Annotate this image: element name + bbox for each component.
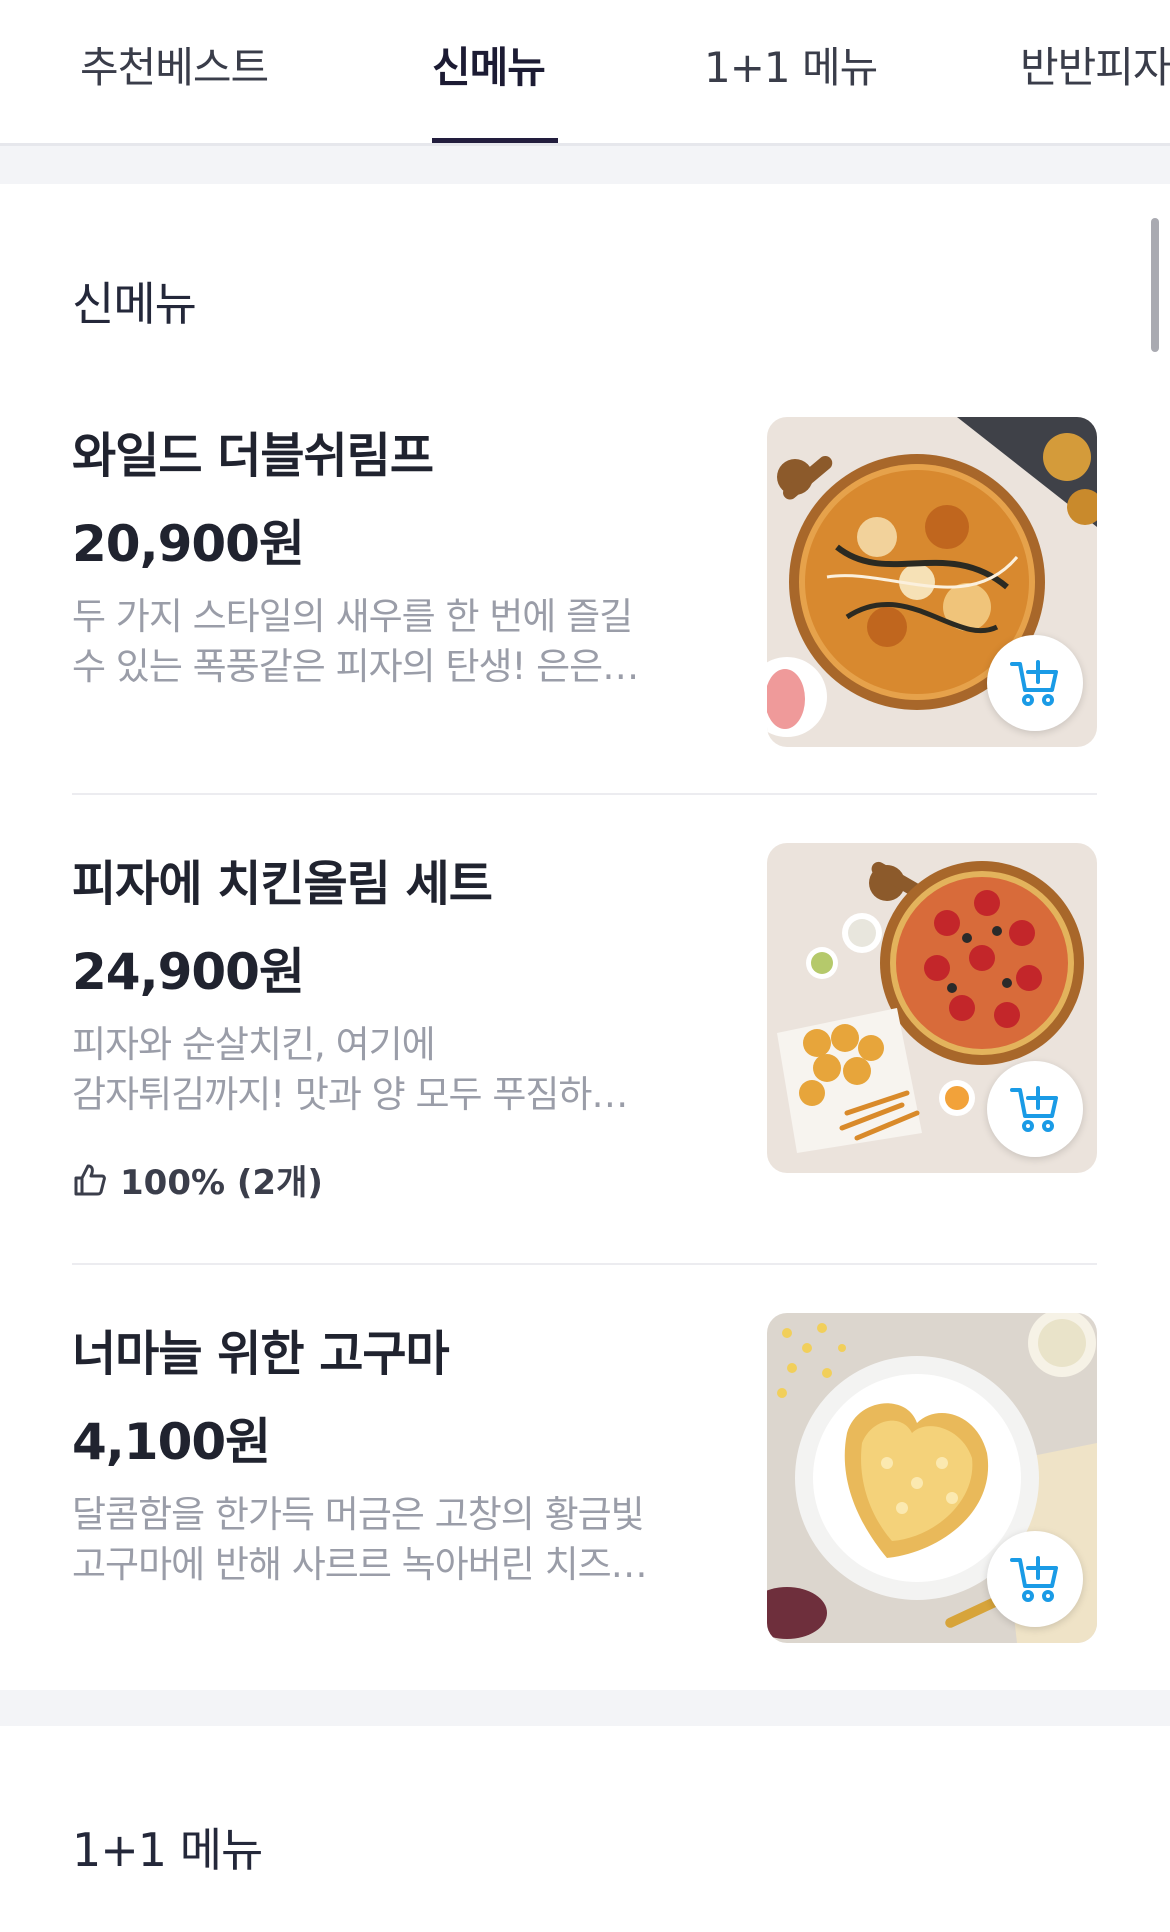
add-to-cart-button[interactable] — [987, 635, 1083, 731]
item-description: 피자와 순살치킨, 여기에 감자튀김까지! 맛과 양 모두 푸짐하… — [72, 1023, 628, 1116]
item-name: 너마늘 위한 고구마 — [72, 1326, 450, 1382]
item-divider — [72, 793, 1097, 795]
item-price: 20,900원 — [72, 515, 305, 573]
item-description: 달콤함을 한가득 머금은 고창의 황금빛 고구마에 반해 사르르 녹아버린 치즈… — [72, 1493, 648, 1586]
tab-one-plus-one[interactable]: 1+1 메뉴 — [704, 34, 878, 95]
tab-recommended-best[interactable]: 추천베스트 — [80, 34, 269, 95]
add-to-cart-button[interactable] — [987, 1531, 1083, 1627]
pizza-shrimp-photo[interactable] — [767, 417, 1097, 747]
item-description: 두 가지 스타일의 새우를 한 번에 즐길 수 있는 폭풍같은 피자의 탄생! … — [72, 595, 639, 688]
tab-new-menu[interactable]: 신메뉴 — [432, 34, 546, 95]
menu-item[interactable]: 와일드 더블쉬림프 20,900원 두 가지 스타일의 새우를 한 번에 즐길 … — [0, 380, 1170, 770]
active-tab-indicator — [432, 138, 558, 143]
section-title-new-menu: 신메뉴 — [72, 277, 197, 331]
rating: 100% (2개) — [72, 1155, 323, 1204]
item-price: 4,100원 — [72, 1413, 271, 1471]
item-price: 24,900원 — [72, 943, 305, 1001]
tab-half-half-pizza[interactable]: 반반피자 — [1020, 34, 1170, 95]
scrollbar[interactable] — [1151, 218, 1159, 352]
item-name: 와일드 더블쉬림프 — [72, 428, 434, 484]
menu-item[interactable]: 피자에 치킨올림 세트 24,900원 피자와 순살치킨, 여기에 감자튀김까지… — [0, 800, 1170, 1260]
item-divider — [72, 1263, 1097, 1265]
section-separator — [0, 1690, 1170, 1726]
item-name: 피자에 치킨올림 세트 — [72, 856, 493, 912]
sweet-potato-photo[interactable] — [767, 1313, 1097, 1643]
section-title-one-plus-one: 1+1 메뉴 — [72, 1823, 263, 1877]
menu-item[interactable]: 너마늘 위한 고구마 4,100원 달콤함을 한가득 머금은 고창의 황금빛 고… — [0, 1270, 1170, 1690]
cart-add-icon — [1010, 1086, 1058, 1132]
pizza-chicken-set-photo[interactable] — [767, 843, 1097, 1173]
cart-add-icon — [1010, 1556, 1058, 1602]
thumbs-up-icon — [74, 1164, 106, 1195]
section-separator — [0, 146, 1170, 184]
cart-add-icon — [1010, 660, 1058, 706]
add-to-cart-button[interactable] — [987, 1061, 1083, 1157]
category-tab-bar: 추천베스트 신메뉴 1+1 메뉴 반반피자 — [0, 0, 1170, 146]
rating-text: 100% (2개) — [120, 1163, 323, 1203]
